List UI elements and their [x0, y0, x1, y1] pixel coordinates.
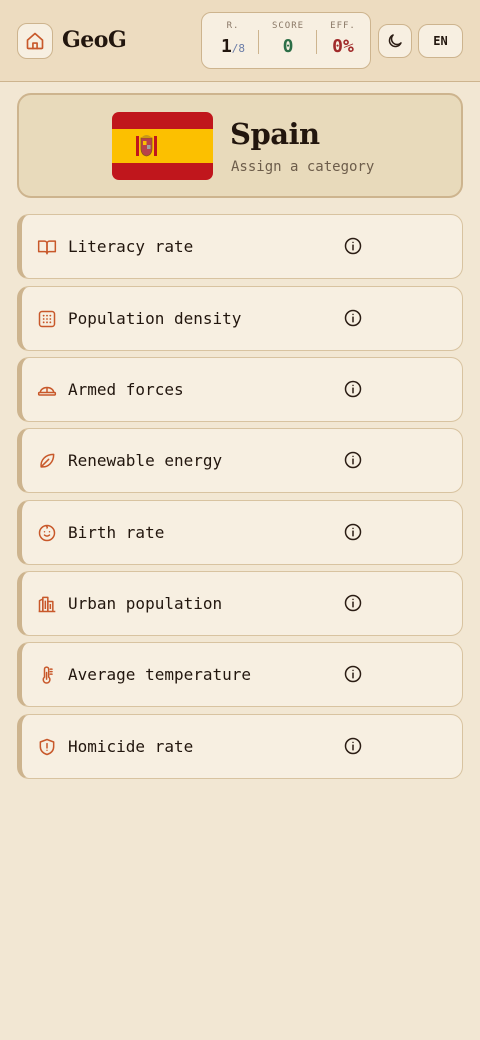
- country-name: Spain: [230, 117, 320, 151]
- category-homicide-rate[interactable]: Homicide rate: [17, 714, 463, 779]
- round-stat: R. 1/8: [208, 13, 258, 70]
- round-value-wrap: 1/8: [208, 36, 258, 57]
- category-birth-rate[interactable]: Birth rate: [17, 500, 463, 565]
- buildings-icon: [36, 593, 58, 615]
- efficiency-label: EFF.: [330, 21, 356, 31]
- category-label: Urban population: [68, 594, 223, 613]
- category-population-density[interactable]: Population density: [17, 286, 463, 351]
- spain-flag: [112, 112, 213, 180]
- country-instruction: Assign a category: [231, 159, 375, 175]
- category-average-temperature[interactable]: Average temperature: [17, 642, 463, 707]
- category-urban-population[interactable]: Urban population: [17, 571, 463, 636]
- info-icon[interactable]: [343, 308, 363, 328]
- category-armed-forces[interactable]: Armed forces: [17, 357, 463, 422]
- efficiency-value: 0%: [332, 36, 354, 57]
- baby-icon: [36, 522, 58, 544]
- category-literacy-rate[interactable]: Literacy rate: [17, 214, 463, 279]
- country-card: Spain Assign a category: [17, 93, 463, 198]
- stat-divider: [316, 30, 317, 54]
- info-icon[interactable]: [343, 522, 363, 542]
- thermometer-icon: [36, 664, 58, 686]
- info-icon[interactable]: [343, 450, 363, 470]
- category-label: Birth rate: [68, 523, 165, 542]
- moon-icon: [388, 34, 402, 48]
- info-icon[interactable]: [343, 379, 363, 399]
- app-logo: GeoG: [62, 27, 127, 53]
- efficiency-stat: EFF. 0%: [318, 13, 368, 70]
- home-icon: [26, 32, 44, 50]
- category-label: Renewable energy: [68, 451, 223, 470]
- home-button[interactable]: [17, 23, 53, 59]
- info-icon[interactable]: [343, 736, 363, 756]
- book-icon: [36, 236, 58, 258]
- category-label: Average temperature: [68, 665, 252, 684]
- stats-panel: R. 1/8 SCORE 0 EFF. 0%: [201, 12, 371, 69]
- helmet-icon: [36, 379, 58, 401]
- category-label: Homicide rate: [68, 737, 194, 756]
- info-icon[interactable]: [343, 236, 363, 256]
- leaf-icon: [36, 450, 58, 472]
- round-value: 1: [220, 36, 232, 57]
- top-bar: GeoG R. 1/8 SCORE 0 EFF. 0% EN: [0, 0, 480, 82]
- category-label: Population density: [68, 309, 242, 328]
- info-icon[interactable]: [343, 664, 363, 684]
- category-renewable-energy[interactable]: Renewable energy: [17, 428, 463, 493]
- score-stat: SCORE 0: [260, 13, 316, 70]
- score-label: SCORE: [271, 21, 305, 31]
- theme-toggle-button[interactable]: [378, 24, 412, 58]
- language-button[interactable]: EN: [418, 24, 463, 58]
- info-icon[interactable]: [343, 593, 363, 613]
- stat-divider: [258, 30, 259, 54]
- shield-icon: [36, 736, 58, 758]
- category-label: Literacy rate: [68, 237, 194, 256]
- score-value: 0: [282, 36, 294, 57]
- category-label: Armed forces: [68, 380, 184, 399]
- round-total: /8: [231, 42, 246, 55]
- grid-icon: [36, 308, 58, 330]
- round-label: R.: [226, 21, 240, 31]
